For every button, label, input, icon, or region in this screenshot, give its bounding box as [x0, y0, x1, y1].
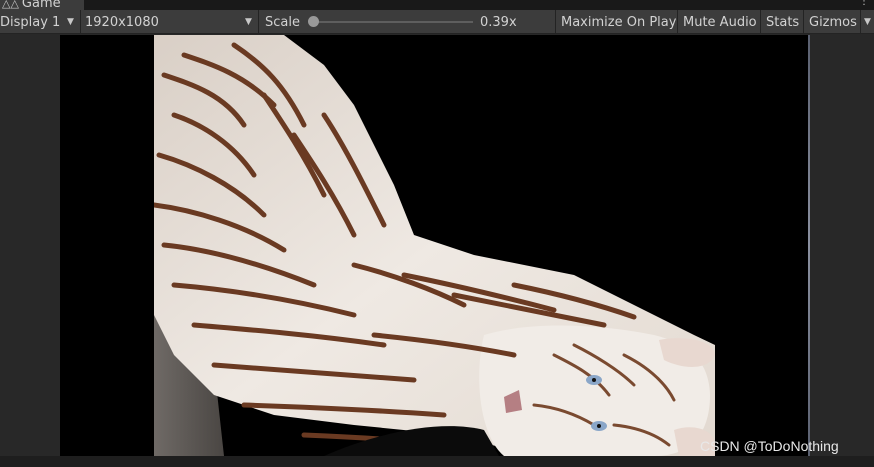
mute-audio-button[interactable]: Mute Audio	[678, 10, 762, 34]
scale-slider-track[interactable]	[313, 21, 473, 23]
gizmos-dropdown-chevron-icon[interactable]: ▼	[864, 17, 871, 27]
resolution-dropdown[interactable]: 1920x1080 ▼	[85, 10, 257, 34]
game-viewport[interactable]	[0, 35, 874, 456]
chevron-down-icon: ▼	[245, 17, 252, 27]
window-tab-bar: △△ Game ⋮	[0, 0, 874, 10]
game-render-canvas[interactable]	[60, 35, 810, 456]
toolbar-divider	[80, 10, 81, 34]
tab-game-label: Game	[21, 0, 61, 10]
toolbar-divider	[860, 10, 861, 34]
display-dropdown-label: Display 1	[0, 14, 61, 30]
gamepad-icon: △△	[2, 0, 19, 10]
white-tiger-image	[154, 35, 715, 456]
display-dropdown[interactable]: Display 1 ▼	[0, 10, 80, 34]
tab-game[interactable]: △△ Game	[0, 0, 84, 10]
scale-label: Scale	[265, 14, 300, 30]
gizmos-button[interactable]: Gizmos	[804, 10, 862, 34]
stats-button[interactable]: Stats	[761, 10, 804, 34]
watermark-text: CSDN @ToDoNothing	[700, 438, 839, 454]
bottom-bar	[0, 456, 874, 467]
scale-slider-thumb[interactable]	[308, 16, 319, 27]
canvas-edge	[808, 35, 810, 456]
maximize-on-play-button[interactable]: Maximize On Play	[556, 10, 681, 34]
resolution-dropdown-label: 1920x1080	[85, 14, 159, 30]
game-toolbar: Display 1 ▼ 1920x1080 ▼ Scale 0.39x Maxi…	[0, 10, 874, 34]
toolbar-divider	[258, 10, 259, 34]
more-icon[interactable]: ⋮	[859, 0, 869, 7]
scale-value: 0.39x	[480, 14, 517, 30]
chevron-down-icon: ▼	[67, 17, 74, 27]
